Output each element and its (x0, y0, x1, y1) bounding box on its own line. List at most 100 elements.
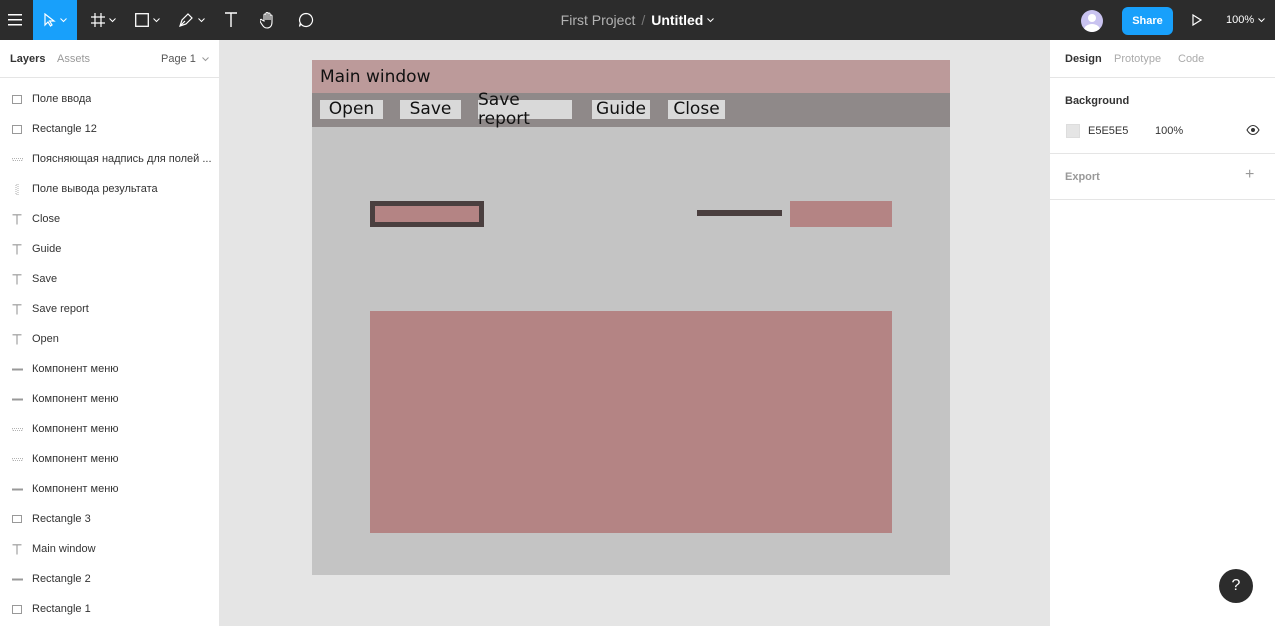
component-icon (10, 457, 24, 461)
background-hex-value[interactable]: E5E5E5 (1088, 125, 1128, 137)
present-button[interactable] (1186, 0, 1208, 40)
layer-item[interactable]: Save (0, 264, 219, 294)
page-selector[interactable]: Page 1 (161, 53, 209, 65)
layer-item[interactable]: Rectangle 2 (0, 564, 219, 594)
export-section-title: Export (1065, 171, 1100, 183)
rectangle-icon (10, 604, 24, 614)
rectangle-icon (10, 124, 24, 134)
layer-item[interactable]: Компонент меню (0, 384, 219, 414)
line-icon (10, 368, 24, 371)
input-field[interactable] (370, 201, 484, 227)
hand-tool-button[interactable] (254, 0, 282, 40)
frame-tool-button[interactable] (84, 0, 122, 40)
help-button[interactable]: ? (1219, 569, 1253, 603)
layer-item[interactable]: Rectangle 3 (0, 504, 219, 534)
layer-item[interactable]: Компонент меню (0, 414, 219, 444)
layer-name: Компонент меню (32, 453, 119, 465)
layer-name: Rectangle 1 (32, 603, 91, 615)
rectangle-12[interactable] (790, 201, 892, 227)
line-icon (10, 398, 24, 401)
chevron-down-icon (197, 17, 205, 22)
menu-open-button[interactable]: Open (320, 100, 383, 119)
layer-name: Rectangle 3 (32, 513, 91, 525)
menu-save-button[interactable]: Save (400, 100, 461, 119)
chevron-down-icon[interactable] (707, 17, 715, 23)
project-name[interactable]: First Project (561, 12, 636, 28)
chevron-down-icon (59, 17, 67, 22)
layer-item[interactable]: Rectangle 1 (0, 594, 219, 624)
layer-name: Rectangle 12 (32, 123, 97, 135)
line-icon (10, 578, 24, 581)
text-icon (10, 303, 24, 315)
text-icon (225, 12, 237, 27)
layer-item[interactable]: Save report (0, 294, 219, 324)
title-separator: / (641, 12, 646, 28)
result-output-field[interactable] (370, 311, 892, 533)
add-export-plus-icon[interactable]: + (1245, 166, 1254, 184)
layer-item[interactable]: Поле ввода (0, 84, 219, 114)
layer-item[interactable]: Компонент меню (0, 354, 219, 384)
layer-name: Rectangle 2 (32, 573, 91, 585)
design-panel: Design Prototype Code Background E5E5E5 … (1049, 40, 1275, 626)
menu-bar[interactable]: Open Save Save report Guide Close (312, 90, 950, 128)
layer-item[interactable]: Open (0, 324, 219, 354)
layer-item[interactable]: Поясняющая надпись для полей ... (0, 144, 219, 174)
layer-name: Поясняющая надпись для полей ... (32, 153, 212, 165)
left-panel-tabs: Layers Assets Page 1 (0, 40, 219, 78)
text-icon (10, 543, 24, 555)
component-icon (10, 157, 24, 161)
page-name: Page 1 (161, 53, 196, 65)
layer-item[interactable]: Компонент меню (0, 474, 219, 504)
move-tool-button[interactable] (33, 0, 77, 40)
layer-item[interactable]: Компонент меню (0, 444, 219, 474)
eye-icon[interactable] (1246, 124, 1260, 136)
zoom-menu[interactable]: 100% (1226, 0, 1265, 40)
layer-name: Компонент меню (32, 483, 119, 495)
layer-name: Guide (32, 243, 62, 255)
background-color-swatch[interactable] (1066, 124, 1080, 138)
tab-assets[interactable]: Assets (57, 53, 90, 65)
text-tool-button[interactable] (218, 0, 244, 40)
hamburger-icon (8, 14, 22, 26)
section-divider (1050, 199, 1275, 200)
file-name[interactable]: Untitled (651, 12, 703, 28)
field-caption-line[interactable] (697, 210, 782, 216)
layer-item[interactable]: Main window (0, 534, 219, 564)
line-icon (10, 488, 24, 491)
layer-name: Компонент меню (32, 393, 119, 405)
comment-tool-button[interactable] (292, 0, 320, 40)
text-icon (10, 333, 24, 345)
layer-item[interactable]: Rectangle 12 (0, 114, 219, 144)
main-window-frame[interactable]: Main window Open Save Save report Guide … (312, 60, 950, 575)
tab-design[interactable]: Design (1065, 53, 1102, 65)
window-title: Main window (320, 67, 431, 87)
pen-tool-button[interactable] (172, 0, 210, 40)
frame-icon (90, 13, 105, 27)
layer-name: Open (32, 333, 59, 345)
share-button[interactable]: Share (1122, 7, 1173, 35)
menu-save-report-button[interactable]: Save report (478, 90, 572, 128)
layer-name: Поле вывода результата (32, 183, 158, 195)
tab-layers[interactable]: Layers (10, 53, 45, 65)
tab-prototype[interactable]: Prototype (1114, 53, 1161, 65)
play-icon (1192, 14, 1202, 26)
menu-close-button[interactable]: Close (668, 100, 725, 119)
layer-item[interactable]: Close (0, 204, 219, 234)
layer-item[interactable]: Guide (0, 234, 219, 264)
zoom-value: 100% (1226, 14, 1255, 26)
tab-code[interactable]: Code (1178, 53, 1204, 65)
background-opacity-value[interactable]: 100% (1155, 125, 1183, 137)
chevron-down-icon (108, 17, 116, 22)
chevron-down-icon (1258, 17, 1265, 22)
shape-tool-button[interactable] (128, 0, 166, 40)
avatar[interactable] (1081, 10, 1103, 32)
rectangle-icon (10, 94, 24, 104)
hand-icon (259, 11, 273, 29)
layer-name: Поле ввода (32, 93, 92, 105)
window-title-bar[interactable]: Main window (312, 60, 950, 93)
menu-guide-button[interactable]: Guide (592, 100, 650, 119)
layer-name: Close (32, 213, 61, 225)
main-menu-button[interactable] (0, 0, 30, 40)
vertical-line-icon (10, 183, 24, 195)
layer-item[interactable]: Поле вывода результата (0, 174, 219, 204)
